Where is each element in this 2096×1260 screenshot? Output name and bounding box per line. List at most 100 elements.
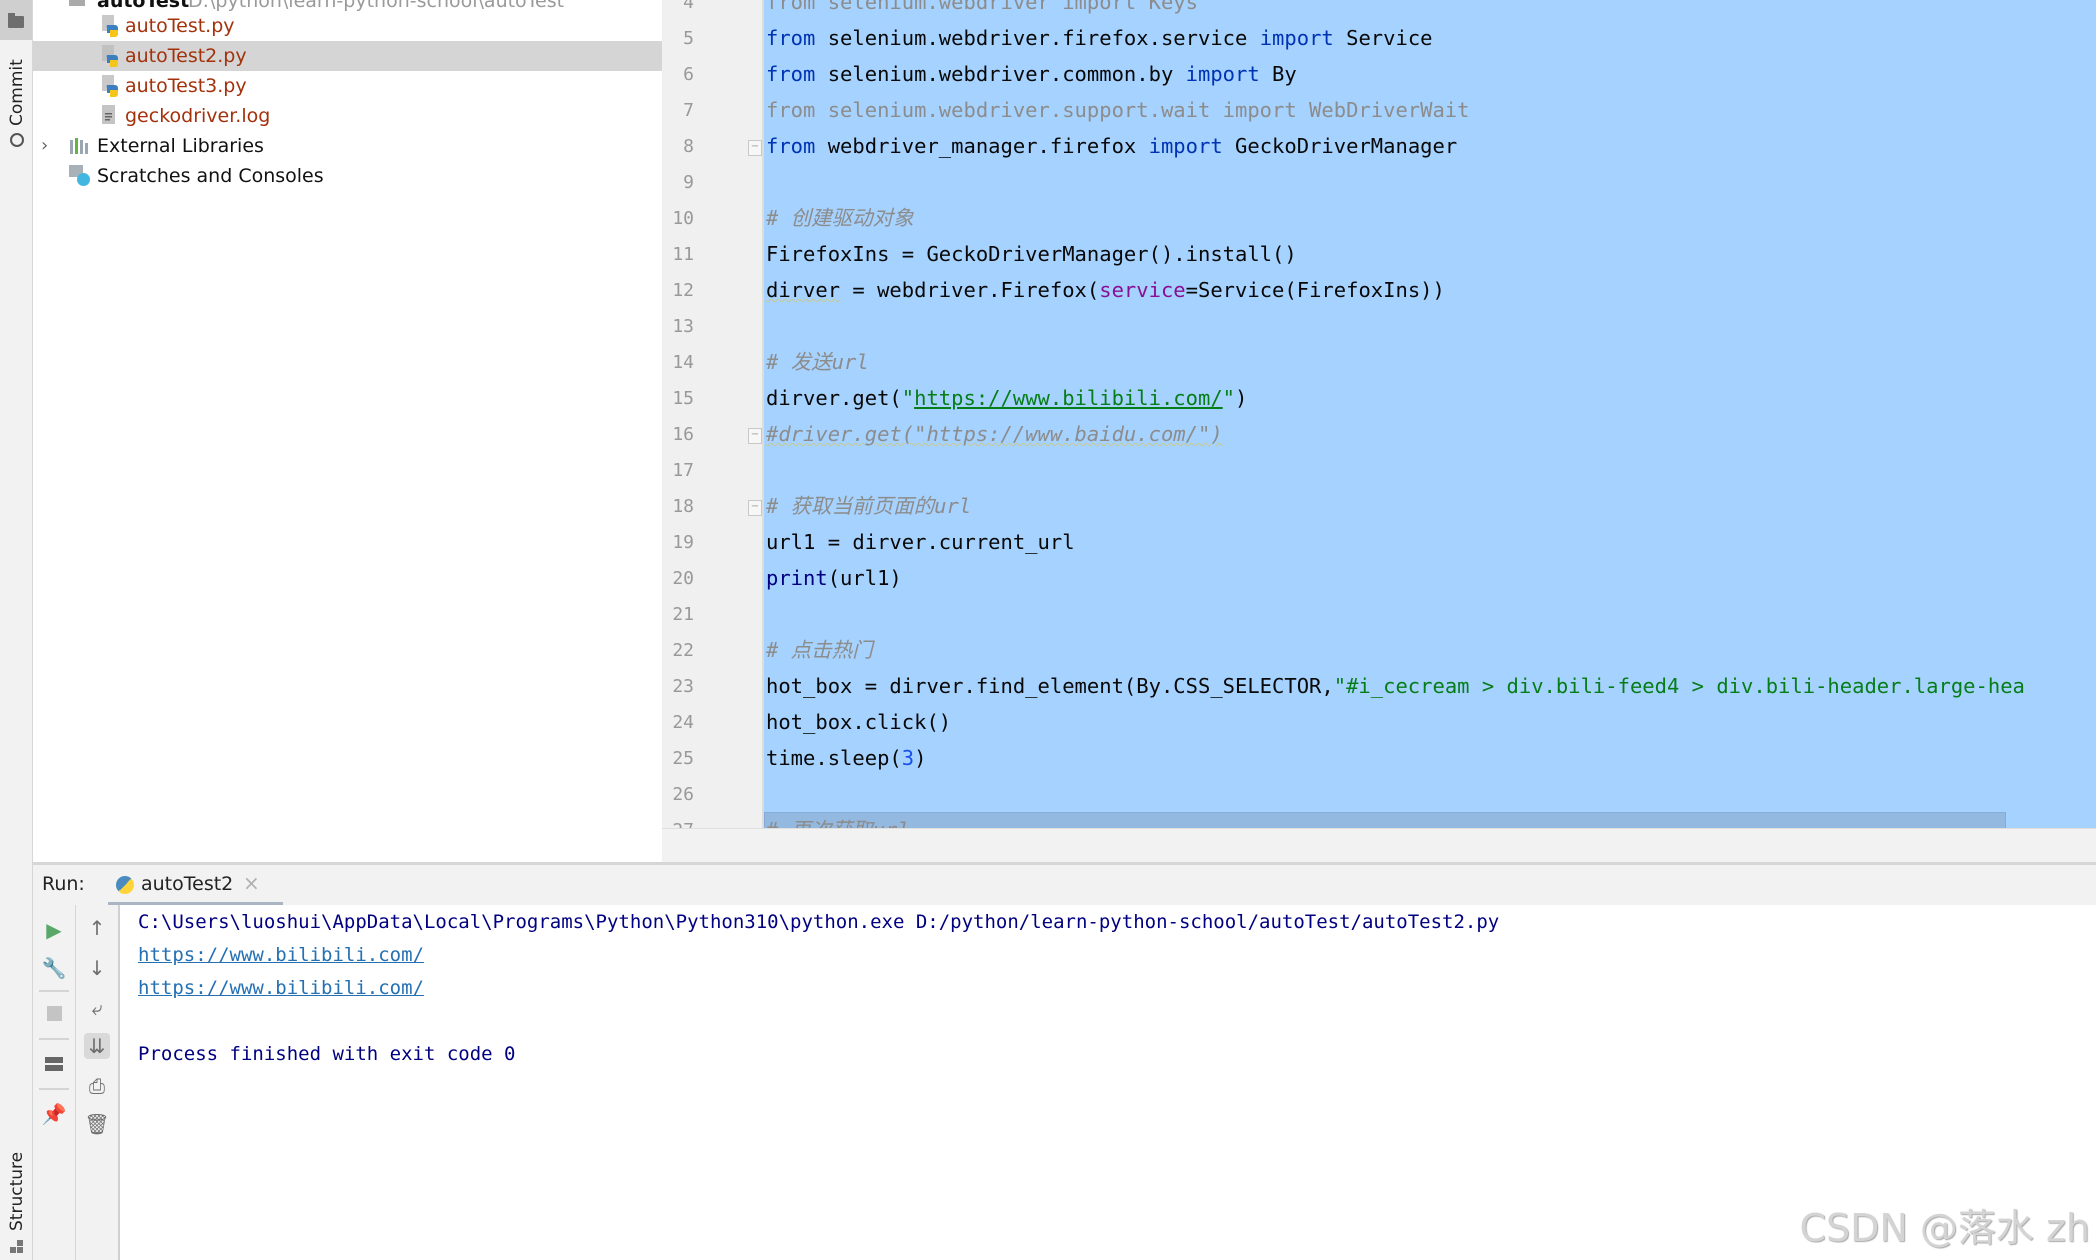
print-icon[interactable]: ⎙ xyxy=(84,1073,110,1099)
code-token: hot_box = dirver.find_element(By.CSS_SEL… xyxy=(766,674,1334,698)
code-line: time.sleep(3) xyxy=(766,740,926,776)
stop-icon[interactable] xyxy=(41,1001,67,1027)
line-number: 6 xyxy=(683,64,694,85)
rerun-icon[interactable]: ▶ xyxy=(41,917,67,943)
tree-file[interactable]: autoTest3.py xyxy=(33,71,662,101)
code-token: from selenium.webdriver import Keys xyxy=(766,0,1198,14)
console-exit-status: Process finished with exit code 0 xyxy=(138,1043,516,1065)
file-name: autoTest2.py xyxy=(125,45,247,67)
commit-tool-button[interactable]: Commit xyxy=(4,59,30,154)
code-line: # 获取当前页面的url xyxy=(766,488,971,524)
code-line: # 发送url xyxy=(766,344,869,380)
soft-wrap-icon[interactable]: ⤶ xyxy=(84,995,110,1021)
line-number: 13 xyxy=(672,316,694,337)
scroll-up-icon[interactable]: ↑ xyxy=(84,915,110,941)
scratches-label: Scratches and Consoles xyxy=(97,165,324,187)
commit-icon xyxy=(10,133,24,147)
line-number: 20 xyxy=(672,568,694,589)
code-token: = webdriver.Firefox( xyxy=(840,278,1100,302)
keyword: import xyxy=(1259,26,1334,50)
run-tab-autotest2[interactable]: autoTest2 × xyxy=(108,865,283,905)
number: 3 xyxy=(901,746,915,770)
variable: dirver xyxy=(766,278,841,302)
run-toolbar-secondary: ↑ ↓ ⤶ ⇊ ⎙ 🗑 xyxy=(76,905,120,1260)
line-number: 14 xyxy=(672,352,694,373)
string: " xyxy=(901,386,915,410)
line-number: 21 xyxy=(672,604,694,625)
settings-wrench-icon[interactable]: 🔧 xyxy=(41,955,67,981)
line-number: 4 xyxy=(683,0,694,13)
line-number: 10 xyxy=(672,208,694,229)
line-number: 12 xyxy=(672,280,694,301)
code-token: ) xyxy=(914,746,927,770)
code-token: webdriver_manager.firefox xyxy=(815,134,1149,158)
trash-icon[interactable]: 🗑 xyxy=(84,1111,110,1137)
code-line: from selenium.webdriver.common.by import… xyxy=(766,56,1297,92)
code-line: # 再次获取url xyxy=(766,812,910,828)
code-token: By xyxy=(1259,62,1297,86)
code-line: hot_box = dirver.find_element(By.CSS_SEL… xyxy=(766,668,2025,704)
code-token: FirefoxIns = GeckoDriverManager().instal… xyxy=(766,242,1297,266)
commit-label: Commit xyxy=(7,59,27,126)
tree-file[interactable]: geckodriver.log xyxy=(33,101,662,131)
run-label: Run: xyxy=(42,873,85,895)
python-file-icon xyxy=(101,15,121,37)
python-file-icon xyxy=(101,45,121,67)
fold-marker-icon[interactable]: − xyxy=(748,140,762,156)
code-token: # 点击热门 xyxy=(766,638,873,662)
line-number: 5 xyxy=(683,28,694,49)
left-tool-strip: Commit Structure xyxy=(0,0,33,1260)
code-editor[interactable]: from selenium.webdriver import Keys from … xyxy=(764,0,2096,828)
code-line: dirver.get("https://www.bilibili.com/") xyxy=(766,380,1247,416)
file-name: autoTest3.py xyxy=(125,75,247,97)
python-icon xyxy=(116,876,134,894)
code-token: # 再次获取url xyxy=(766,818,910,828)
structure-icon xyxy=(10,1240,24,1254)
pin-icon[interactable]: 📌 xyxy=(41,1101,67,1127)
code-line: #driver.get("https://www.baidu.com/") xyxy=(766,416,1223,452)
structure-tool-button[interactable]: Structure xyxy=(4,1152,30,1260)
code-line: from selenium.webdriver.firefox.service … xyxy=(766,20,1433,56)
layout-icon[interactable] xyxy=(41,1051,67,1077)
run-panel-header: Run: autoTest2 × xyxy=(33,865,2096,905)
project-tool-button[interactable] xyxy=(0,0,32,40)
line-number: 23 xyxy=(672,676,694,697)
scratches-icon xyxy=(69,165,93,187)
code-line: # 点击热门 xyxy=(766,632,873,668)
line-number: 16 xyxy=(672,424,694,445)
fold-marker-icon[interactable]: − xyxy=(748,500,762,516)
toolbar-separator xyxy=(39,990,69,992)
tree-external-libraries[interactable]: › External Libraries xyxy=(33,131,662,161)
code-token: dirver.get( xyxy=(766,386,902,410)
console-url-link[interactable]: https://www.bilibili.com/ xyxy=(138,944,424,966)
scroll-down-icon[interactable]: ↓ xyxy=(84,955,110,981)
string: " xyxy=(1222,386,1236,410)
close-icon[interactable]: × xyxy=(243,871,260,895)
line-number: 18 xyxy=(672,496,694,517)
builtin-function: print xyxy=(766,566,828,590)
watermark: CSDN @落水 zh xyxy=(1799,1206,2090,1250)
code-token: selenium.webdriver.firefox.service xyxy=(815,26,1260,50)
run-tab-label: autoTest2 xyxy=(141,873,234,895)
console-url-link[interactable]: https://www.bilibili.com/ xyxy=(138,977,424,999)
scroll-to-end-icon[interactable]: ⇊ xyxy=(84,1033,110,1059)
fold-marker-icon[interactable]: − xyxy=(748,428,762,444)
code-token: ) xyxy=(1235,386,1248,410)
tree-file[interactable]: autoTest.py xyxy=(33,11,662,41)
code-token: GeckoDriverManager xyxy=(1222,134,1458,158)
toolbar-separator xyxy=(39,1038,69,1040)
folder-icon xyxy=(8,13,24,28)
python-file-icon xyxy=(101,75,121,97)
tree-file-selected[interactable]: autoTest2.py xyxy=(33,41,662,71)
line-number: 22 xyxy=(672,640,694,661)
line-number: 26 xyxy=(672,784,694,805)
line-number: 9 xyxy=(683,172,694,193)
string-url: https://www.bilibili.com/ xyxy=(914,386,1223,410)
code-token: from selenium.webdriver.support.wait imp… xyxy=(766,98,1470,122)
line-number: 17 xyxy=(672,460,694,481)
named-parameter: service xyxy=(1099,278,1186,302)
editor-horizontal-scrollbar[interactable] xyxy=(662,828,2096,863)
chevron-right-icon[interactable]: › xyxy=(41,131,48,161)
tree-scratches[interactable]: Scratches and Consoles xyxy=(33,161,662,191)
keyword: import xyxy=(1148,134,1223,158)
